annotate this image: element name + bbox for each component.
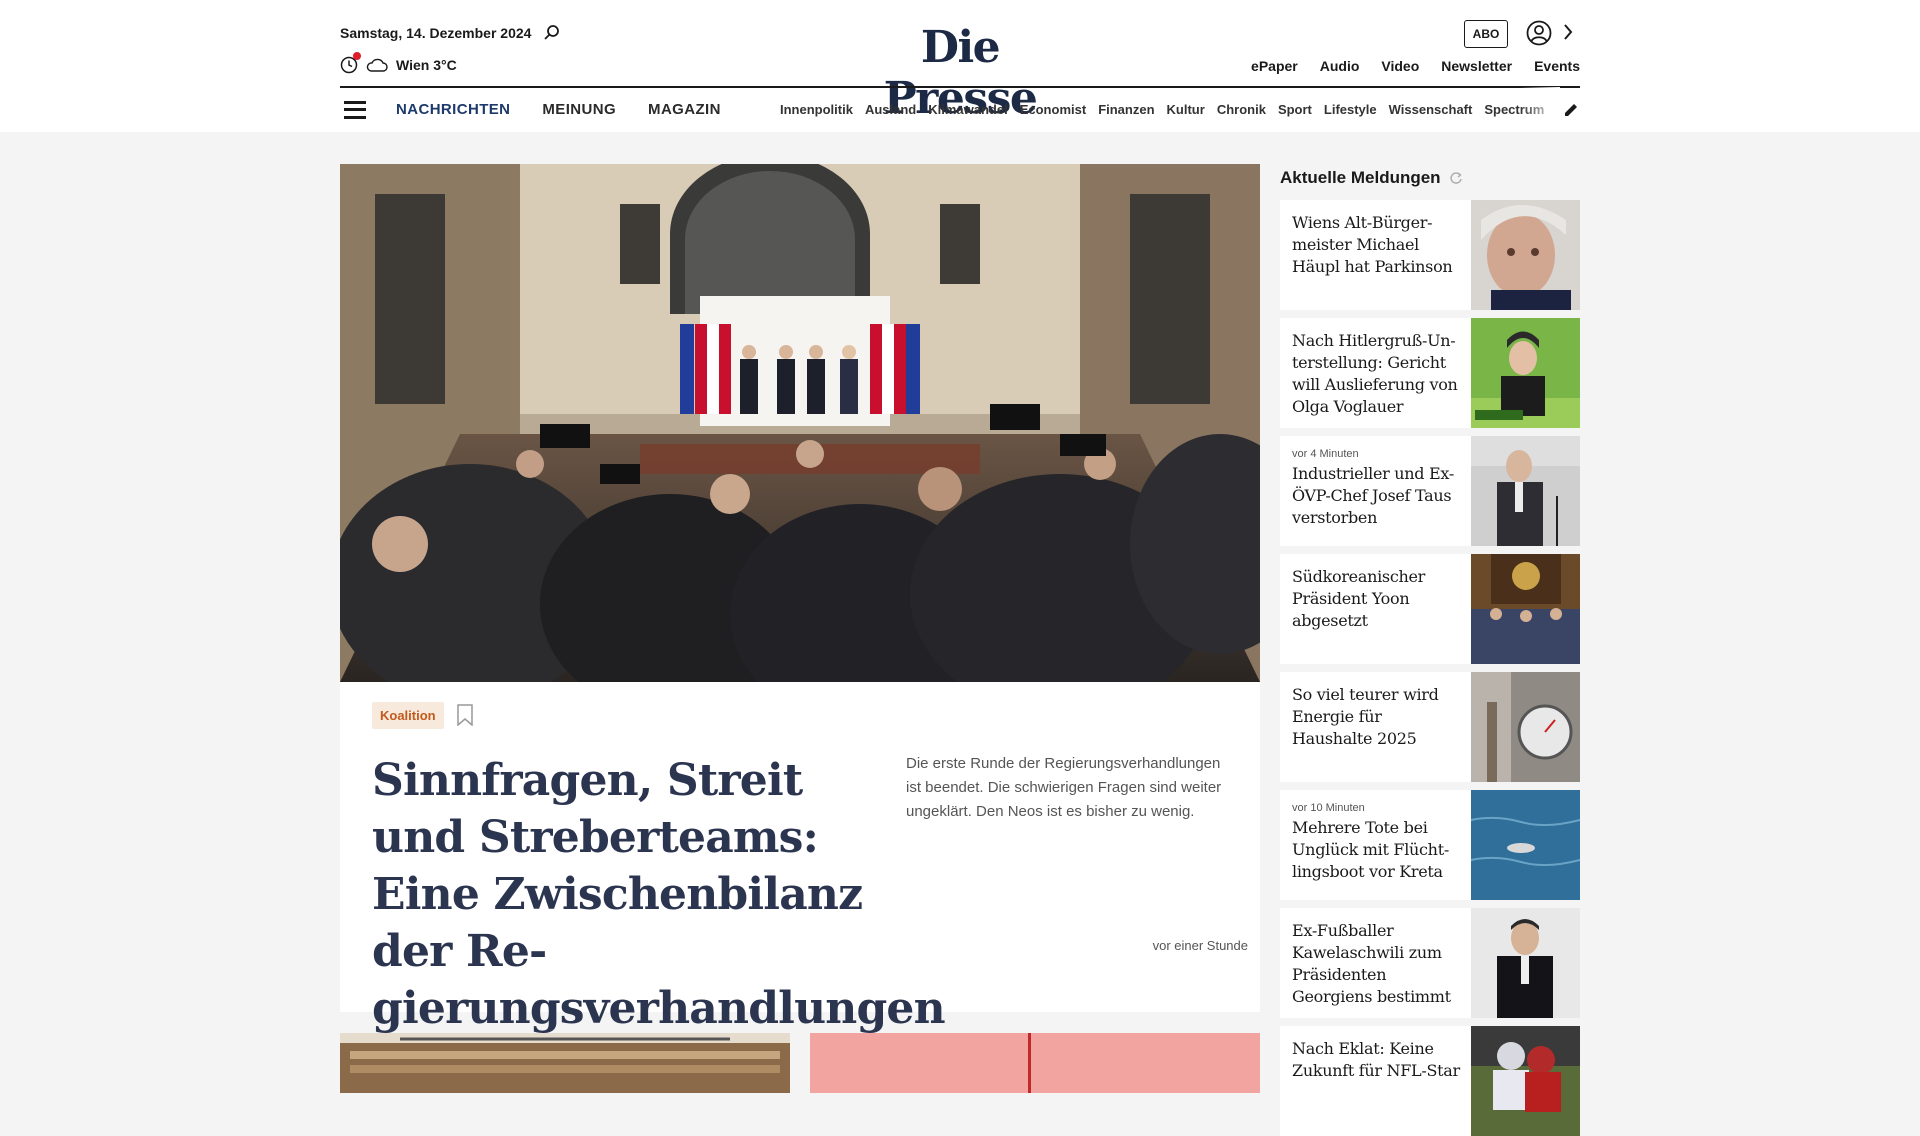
hamburger-menu-icon[interactable]: [344, 100, 366, 119]
subnav-klimawandel[interactable]: Klimawandel: [928, 102, 1007, 117]
category-tag[interactable]: Koalition: [372, 702, 444, 729]
news-thumbnail[interactable]: [1471, 554, 1580, 664]
navigation-bar: NACHRICHTEN MEINUNG MAGAZIN Innenpolitik…: [340, 87, 1580, 132]
subnav-wissenschaft[interactable]: Wissenschaft: [1389, 102, 1473, 117]
main-nav: NACHRICHTEN MEINUNG MAGAZIN: [396, 101, 721, 118]
news-headline[interactable]: Industrieller und Ex-ÖVP-Chef Josef Taus…: [1292, 463, 1461, 529]
nav-magazin[interactable]: MAGAZIN: [648, 101, 721, 118]
site-header: Samstag, 14. Dezember 2024 Wien 3°C Die …: [0, 0, 1920, 132]
news-thumbnail[interactable]: [1471, 908, 1580, 1018]
news-thumbnail[interactable]: [1471, 790, 1580, 900]
sidebar-title-text: Aktuelle Meldungen: [1280, 168, 1441, 187]
abo-button[interactable]: ABO: [1464, 20, 1508, 48]
news-time: vor 10 Minuten: [1292, 802, 1365, 814]
news-item[interactable]: vor 10 Minuten Mehrere Tote bei Unglück …: [1280, 790, 1580, 900]
nav-meinung[interactable]: MEINUNG: [542, 101, 616, 118]
bookmark-icon[interactable]: [456, 704, 474, 726]
hero-teaser: Die erste Runde der Regierungsverhandlun…: [906, 755, 1222, 820]
refresh-icon[interactable]: [1449, 171, 1463, 185]
teaser-image-right[interactable]: [810, 1033, 1260, 1093]
link-video[interactable]: Video: [1381, 58, 1419, 74]
hero-card: Koalition Sinnfragen, Streit und Streber…: [340, 682, 1260, 1034]
news-item[interactable]: Nach Eklat: Keine Zukunft für NFL-Star: [1280, 1026, 1580, 1136]
hero-headline[interactable]: Sinnfragen, Streit und Streberteams: Ein…: [372, 752, 946, 1037]
clock-icon[interactable]: [340, 52, 361, 74]
user-icon[interactable]: [1526, 20, 1552, 46]
subnav-innenpolitik[interactable]: Innenpolitik: [780, 102, 853, 117]
news-thumbnail[interactable]: [1471, 200, 1580, 310]
weather-text: Wien 3°C: [396, 57, 457, 73]
chevron-right-icon[interactable]: [1562, 22, 1574, 42]
news-item[interactable]: Nach Hitlergruß-Un-terstellung: Gericht …: [1280, 318, 1580, 428]
news-ticker-sidebar: Aktuelle Meldungen Wiens Alt-Bürger-meis…: [1280, 164, 1580, 1136]
link-events[interactable]: Events: [1534, 58, 1580, 74]
news-thumbnail[interactable]: [1471, 672, 1580, 782]
hero-image[interactable]: [340, 164, 1260, 682]
notification-dot: [353, 52, 361, 60]
news-headline[interactable]: Ex-Fußballer Kawelaschwili zum Präsident…: [1292, 920, 1461, 1008]
news-thumbnail[interactable]: [1471, 1026, 1580, 1136]
news-thumbnail[interactable]: [1471, 436, 1580, 546]
teaser-image-left[interactable]: [340, 1033, 790, 1093]
news-headline[interactable]: Wiens Alt-Bürger-meister Michael Häupl h…: [1292, 212, 1461, 278]
current-date: Samstag, 14. Dezember 2024: [340, 25, 532, 41]
news-item[interactable]: vor 4 Minuten Industrieller und Ex-ÖVP-C…: [1280, 436, 1580, 546]
date-row: Samstag, 14. Dezember 2024: [340, 24, 561, 42]
top-links: ePaper Audio Video Newsletter Events: [1251, 58, 1580, 74]
cloud-icon: [366, 58, 388, 72]
sub-nav: Innenpolitik Ausland Klimawandel Economi…: [780, 102, 1552, 117]
subnav-lifestyle[interactable]: Lifestyle: [1324, 102, 1377, 117]
news-item[interactable]: Südkoreanischer Präsident Yoon abgesetzt: [1280, 554, 1580, 664]
search-icon[interactable]: [543, 24, 561, 42]
news-headline[interactable]: Nach Hitlergruß-Un-terstellung: Gericht …: [1292, 330, 1461, 418]
hero-article[interactable]: Koalition Sinnfragen, Streit und Streber…: [340, 164, 1260, 1034]
subnav-sport[interactable]: Sport: [1278, 102, 1312, 117]
pencil-icon[interactable]: [1562, 101, 1580, 119]
subnav-economist[interactable]: Economist: [1020, 102, 1086, 117]
news-item[interactable]: So viel teurer wird Energie für Haushalt…: [1280, 672, 1580, 782]
sidebar-title: Aktuelle Meldungen: [1280, 164, 1580, 192]
subnav-chronik[interactable]: Chronik: [1217, 102, 1266, 117]
sub-nav-fade: [1520, 87, 1560, 132]
news-headline[interactable]: So viel teurer wird Energie für Haushalt…: [1292, 684, 1461, 750]
nav-nachrichten[interactable]: NACHRICHTEN: [396, 101, 510, 118]
news-item[interactable]: Wiens Alt-Bürger-meister Michael Häupl h…: [1280, 200, 1580, 310]
subnav-ausland[interactable]: Ausland: [865, 102, 916, 117]
link-epaper[interactable]: ePaper: [1251, 58, 1298, 74]
weather-row: Wien 3°C: [340, 52, 457, 74]
hero-timestamp: vor einer Stunde: [1152, 938, 1248, 953]
news-headline[interactable]: Nach Eklat: Keine Zukunft für NFL-Star: [1292, 1038, 1461, 1082]
news-time: vor 4 Minuten: [1292, 448, 1359, 460]
link-newsletter[interactable]: Newsletter: [1441, 58, 1512, 74]
link-audio[interactable]: Audio: [1320, 58, 1360, 74]
news-item[interactable]: Ex-Fußballer Kawelaschwili zum Präsident…: [1280, 908, 1580, 1018]
subnav-finanzen[interactable]: Finanzen: [1098, 102, 1154, 117]
news-headline[interactable]: Mehrere Tote bei Unglück mit Flücht-ling…: [1292, 817, 1461, 883]
news-thumbnail[interactable]: [1471, 318, 1580, 428]
news-headline[interactable]: Südkoreanischer Präsident Yoon abgesetzt: [1292, 566, 1461, 632]
subnav-kultur[interactable]: Kultur: [1167, 102, 1205, 117]
